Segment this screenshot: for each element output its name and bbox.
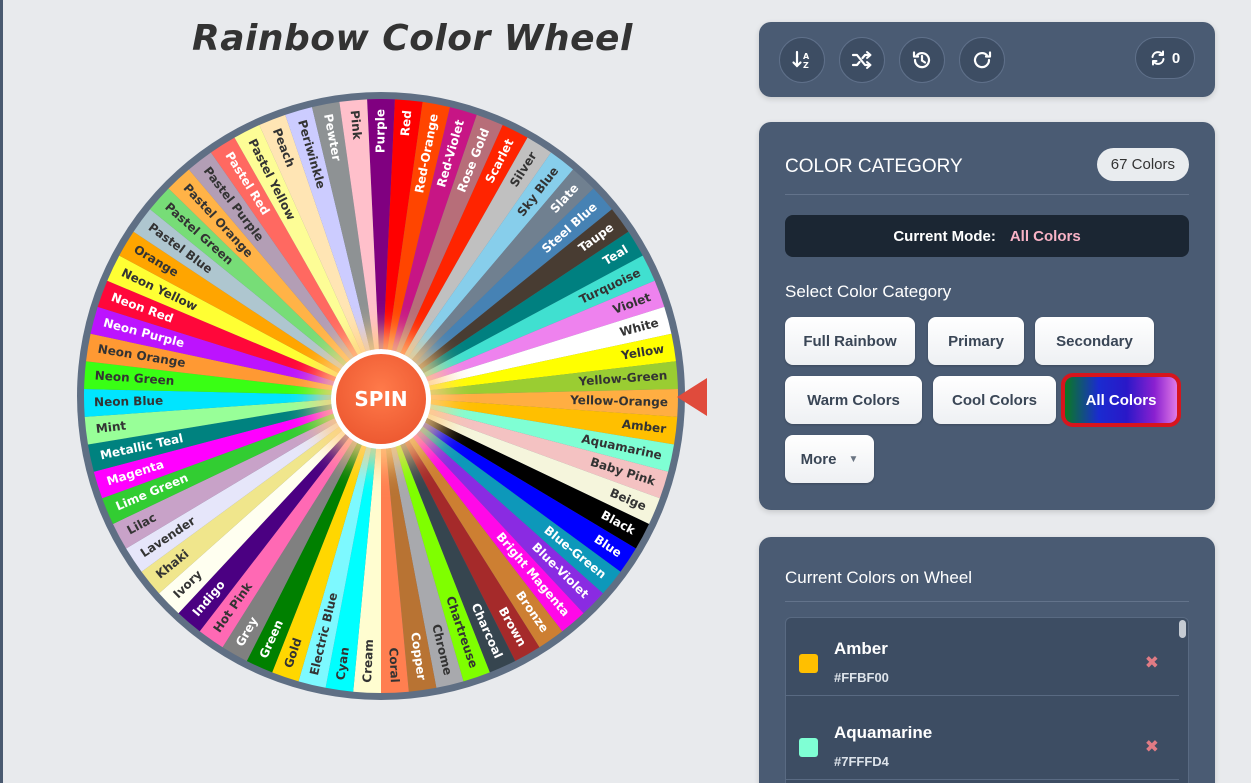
color-swatch — [799, 654, 818, 673]
category-button-secondary[interactable]: Secondary — [1035, 317, 1154, 365]
spin-button[interactable]: SPIN — [331, 349, 431, 449]
category-title: COLOR CATEGORY — [785, 156, 963, 177]
color-hex: #FFBF00 — [834, 670, 889, 685]
caret-down-icon: ▼ — [848, 453, 859, 465]
wheel-segment-label: Coral — [386, 647, 402, 683]
sort-button[interactable]: A Z — [779, 37, 825, 83]
shuffle-button[interactable] — [839, 37, 885, 83]
wheel-segment-label: Red — [398, 110, 414, 137]
current-mode-value: All Colors — [1009, 227, 1081, 245]
category-button-primary[interactable]: Primary — [928, 317, 1024, 365]
wheel-segment-label: Cream — [360, 639, 376, 683]
sort-icon: A Z — [792, 50, 810, 70]
reset-button[interactable] — [959, 37, 1005, 83]
left-edge-bar — [0, 0, 3, 783]
wheel-segment-label: Neon Blue — [94, 394, 163, 410]
category-divider — [785, 194, 1189, 195]
history-icon — [912, 51, 931, 69]
redo-icon — [973, 51, 992, 69]
wheel-segment-label: Yellow-Orange — [569, 393, 668, 409]
category-button-warm-colors[interactable]: Warm Colors — [785, 376, 922, 424]
current-mode-box: Current Mode: All Colors — [785, 215, 1189, 257]
color-list[interactable]: Amber #FFBF00 ✖ Aquamarine #7FFFD4 ✖ — [785, 617, 1189, 783]
color-name: Amber — [834, 639, 888, 658]
color-swatch — [799, 738, 818, 757]
more-label: More — [800, 450, 837, 468]
shuffle-icon — [851, 51, 872, 69]
spin-counter: 0 — [1135, 37, 1195, 79]
list-item: Amber #FFBF00 ✖ — [786, 618, 1179, 696]
category-button-more[interactable]: More ▼ — [785, 435, 874, 483]
wheel-pointer — [677, 378, 707, 416]
current-colors-divider — [785, 601, 1189, 602]
remove-icon[interactable]: ✖ — [1145, 737, 1159, 757]
remove-icon[interactable]: ✖ — [1145, 653, 1159, 673]
wheel-segment-label: Pink — [348, 110, 365, 142]
current-colors-title: Current Colors on Wheel — [785, 568, 973, 587]
list-scrollbar[interactable] — [1179, 620, 1186, 638]
page-title: Rainbow Color Wheel — [192, 18, 633, 59]
select-category-label: Select Color Category — [785, 282, 952, 301]
refresh-icon — [1151, 50, 1165, 66]
spin-count: 0 — [1171, 49, 1181, 67]
svg-text:A: A — [803, 52, 810, 61]
color-name: Aquamarine — [834, 723, 933, 742]
svg-text:Z: Z — [803, 61, 809, 70]
current-colors-panel: Current Colors on Wheel Amber #FFBF00 ✖ … — [759, 537, 1215, 783]
list-item: Aquamarine #7FFFD4 ✖ — [786, 702, 1179, 780]
wheel-segment-label: Purple — [374, 109, 388, 153]
toolbar-panel: A Z 0 — [759, 22, 1215, 97]
category-button-cool-colors[interactable]: Cool Colors — [933, 376, 1056, 424]
history-button[interactable] — [899, 37, 945, 83]
category-button-all-colors[interactable]: All Colors — [1061, 373, 1181, 427]
current-mode-label: Current Mode: — [893, 227, 996, 245]
color-count-badge: 67 Colors — [1096, 148, 1189, 181]
color-hex: #7FFFD4 — [834, 754, 889, 769]
category-button-full-rainbow[interactable]: Full Rainbow — [785, 317, 915, 365]
category-panel: COLOR CATEGORY 67 Colors Current Mode: A… — [759, 122, 1215, 510]
